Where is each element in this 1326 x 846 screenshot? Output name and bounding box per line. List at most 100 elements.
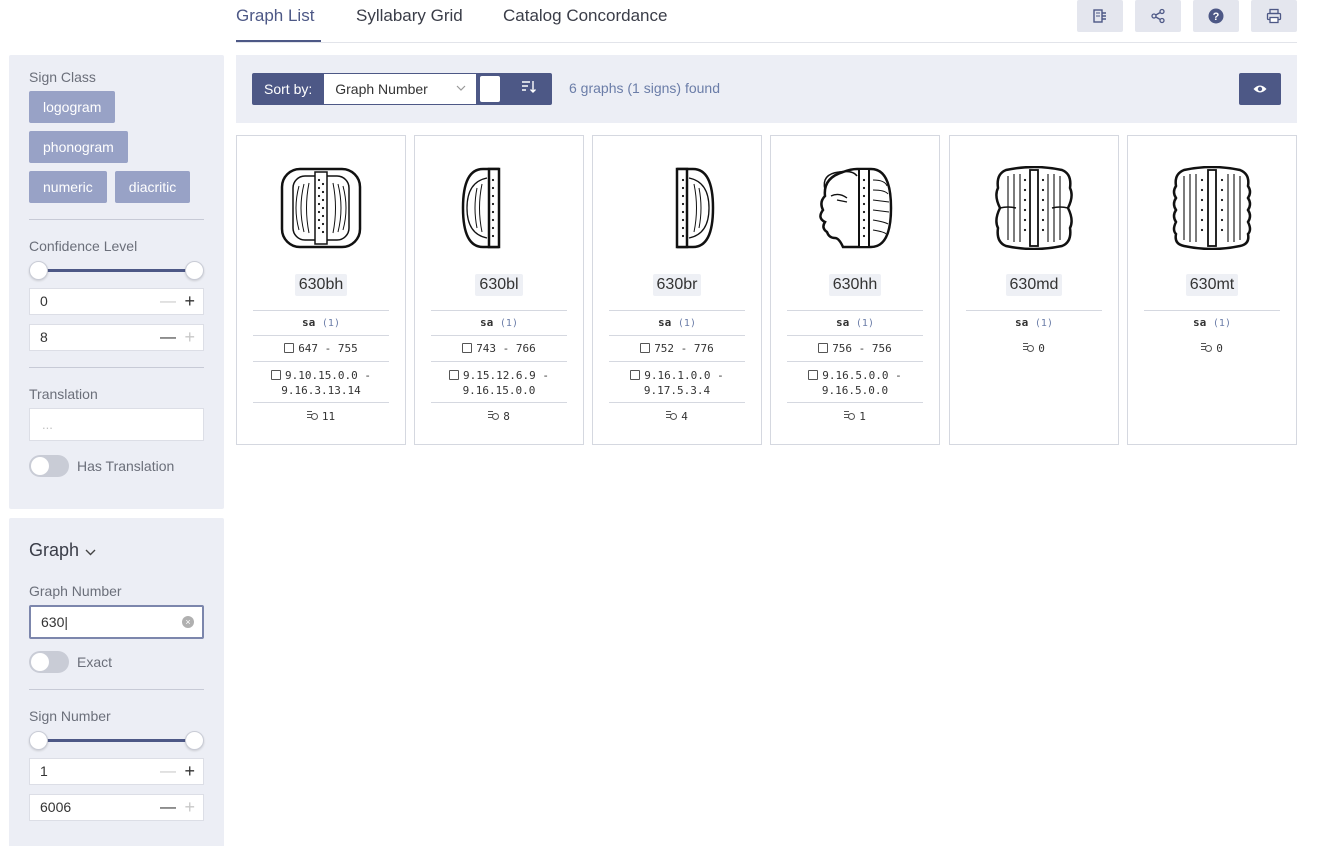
long-count-calendar-icon [448, 370, 459, 380]
reading-row: sa (1) [950, 315, 1118, 331]
graph-card[interactable]: 630mt sa (1) 0 [1127, 135, 1297, 445]
tab-catalog-concordance[interactable]: Catalog Concordance [503, 6, 667, 26]
clear-icon[interactable]: × [182, 616, 194, 628]
reading-row: sa (1) [1128, 315, 1296, 331]
confidence-max-input[interactable]: 8 — + [29, 324, 204, 351]
confidence-level-label: Confidence Level [29, 238, 138, 254]
reading-row: sa (1) [771, 315, 939, 331]
divider [253, 310, 389, 311]
calendar-icon [818, 343, 829, 353]
graph-section-header[interactable]: Graph [29, 540, 204, 561]
graph-number: 630bh [294, 274, 348, 296]
reading: sa [836, 316, 850, 329]
occurrence-row: 0 [1128, 341, 1296, 356]
view-toggle-button[interactable] [1239, 73, 1281, 105]
divider [431, 310, 567, 311]
confidence-range-slider[interactable] [29, 260, 204, 280]
divider [787, 361, 923, 362]
reading-count: (1) [677, 318, 696, 329]
sign-min-input[interactable]: 1 — + [29, 758, 204, 785]
sort-select[interactable]: Graph Number [324, 73, 477, 105]
divider [431, 335, 567, 336]
decrement-icon[interactable]: — [160, 325, 176, 350]
reading-row: sa (1) [237, 315, 405, 331]
date-row: 647 - 755 [237, 341, 405, 356]
slider-max-handle[interactable] [185, 731, 204, 750]
date-row: 743 - 766 [415, 341, 583, 356]
decrement-icon[interactable]: — [160, 759, 176, 784]
glyph-image [1172, 166, 1252, 250]
glyph-image [819, 167, 893, 249]
has-translation-toggle[interactable] [29, 455, 69, 477]
reading-count: (1) [321, 318, 340, 329]
graph-card[interactable]: 630bl sa (1) 743 - 766 9.15.12.6.9 - 9.16… [414, 135, 584, 445]
slider-max-handle[interactable] [185, 261, 204, 280]
sign-number-range-slider[interactable] [29, 730, 204, 750]
sort-direction-button[interactable] [506, 73, 553, 105]
occurrence-row: 11 [237, 409, 405, 424]
graph-card-list: 630bh sa (1) 647 - 755 9.10.15.0.0 - 9.16… [236, 135, 1297, 445]
graph-number-badge: 630hh [771, 274, 939, 296]
glyph-image [461, 167, 501, 249]
print-button[interactable] [1251, 0, 1297, 32]
sort-select-value: Graph Number [335, 81, 428, 97]
exact-row: Exact [29, 651, 204, 673]
slider-min-handle[interactable] [29, 731, 48, 750]
share-icon [1151, 8, 1165, 24]
divider [787, 402, 923, 403]
graph-card[interactable]: 630md sa (1) 0 [949, 135, 1119, 445]
tab-syllabary-grid[interactable]: Syllabary Grid [356, 6, 463, 26]
date-range: 752 - 776 [654, 342, 714, 355]
divider [29, 219, 204, 220]
catalog-book-button[interactable] [1077, 0, 1123, 32]
sort-blank-box[interactable] [480, 76, 501, 102]
chip-phonogram[interactable]: phonogram [29, 131, 128, 163]
graph-number-badge: 630md [950, 274, 1118, 296]
decrement-icon[interactable]: — [160, 289, 176, 314]
reading-count: (1) [855, 318, 874, 329]
divider [431, 361, 567, 362]
glyph-image [675, 167, 715, 249]
long-count-end: 9.17.5.3.4 [643, 384, 711, 397]
occurrence-count: 11 [321, 410, 336, 423]
search-list-icon [844, 411, 856, 421]
chip-diacritic[interactable]: diacritic [114, 171, 191, 203]
chip-logogram[interactable]: logogram [29, 91, 116, 123]
graph-card[interactable]: 630br sa (1) 752 - 776 9.16.1.0.0 - 9.17.… [592, 135, 762, 445]
graph-number-input[interactable]: 630| × [29, 605, 204, 639]
divider [609, 335, 745, 336]
help-icon: ? [1208, 8, 1224, 24]
long-count-start: 9.16.1.0.0 - [644, 369, 724, 382]
calendar-icon [284, 343, 295, 353]
long-count-end: 9.16.15.0.0 [462, 384, 536, 397]
increment-icon[interactable]: + [184, 289, 195, 314]
sign-max-input[interactable]: 6006 — + [29, 794, 204, 821]
slider-track [37, 739, 196, 742]
increment-icon[interactable]: + [184, 325, 195, 350]
date-row: 756 - 756 [771, 341, 939, 356]
increment-icon[interactable]: + [184, 759, 195, 784]
divider [253, 335, 389, 336]
exact-label: Exact [77, 654, 113, 670]
chip-numeric[interactable]: numeric [29, 171, 107, 203]
tab-graph-list[interactable]: Graph List [236, 6, 314, 26]
translation-input[interactable]: ... [29, 408, 204, 441]
help-button[interactable]: ? [1193, 0, 1239, 32]
graph-number: 630br [652, 274, 702, 296]
decrement-icon[interactable]: — [160, 795, 176, 820]
graph-card[interactable]: 630bh sa (1) 647 - 755 9.10.15.0.0 - 9.16… [236, 135, 406, 445]
graph-number-label: Graph Number [29, 583, 122, 599]
occurrence-count: 8 [503, 410, 510, 423]
reading-count: (1) [1034, 318, 1053, 329]
slider-min-handle[interactable] [29, 261, 48, 280]
share-button[interactable] [1135, 0, 1181, 32]
graph-number-badge: 630bl [415, 274, 583, 296]
long-count-calendar-icon [630, 370, 641, 380]
graph-card[interactable]: 630hh sa (1) 756 - 756 9.16.5.0.0 -9.16.… [770, 135, 940, 445]
long-count-start: 9.10.15.0.0 - [284, 369, 372, 382]
confidence-min-input[interactable]: 0 — + [29, 288, 204, 315]
exact-toggle[interactable] [29, 651, 69, 673]
increment-icon[interactable]: + [184, 795, 195, 820]
glyph-image [280, 167, 362, 249]
search-list-icon [1023, 343, 1035, 353]
